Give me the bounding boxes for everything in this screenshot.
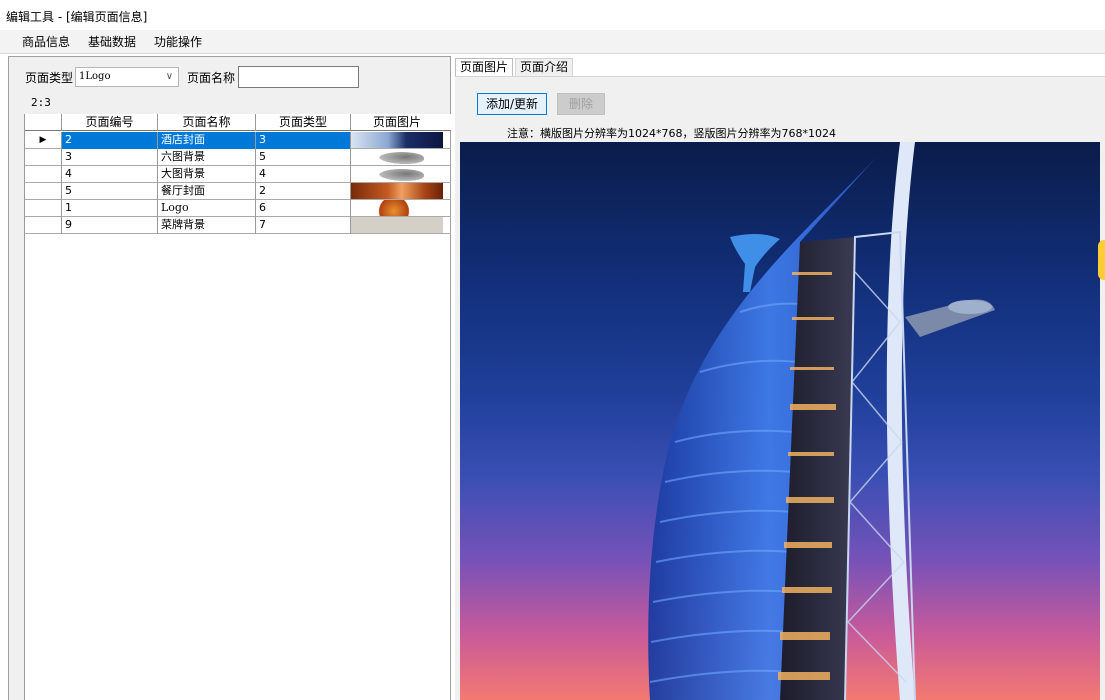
record-count: 2:3 <box>31 96 51 109</box>
column-header-type[interactable]: 页面类型 <box>256 114 351 131</box>
menu-item-basic-data[interactable]: 基础数据 <box>88 33 136 50</box>
window-title: 编辑工具 - [编辑页面信息] <box>0 0 1105 28</box>
cell-id[interactable]: 2 <box>62 132 158 149</box>
logo-image <box>371 200 417 216</box>
table-row[interactable]: 4 大图背景 4 <box>25 166 451 183</box>
row-header <box>25 183 62 200</box>
tab-page-image[interactable]: 页面图片 <box>455 58 514 76</box>
menu-item-products[interactable]: 商品信息 <box>22 33 70 50</box>
cell-name[interactable]: 菜牌背景 <box>158 217 256 234</box>
cell-name[interactable]: 大图背景 <box>158 166 256 183</box>
tab-content: 添加/更新 删除 注意：横版图片分辨率为1024*768，竖版图片分辨率为768… <box>455 76 1105 700</box>
cell-image-thumbnail[interactable] <box>351 200 443 216</box>
grid-header: 页面编号 页面名称 页面类型 页面图片 <box>25 114 451 131</box>
column-header-name[interactable]: 页面名称 <box>158 114 256 131</box>
cell-id[interactable]: 9 <box>62 217 158 234</box>
cell-name[interactable]: 酒店封面 <box>158 132 256 149</box>
page-image-preview <box>460 142 1100 700</box>
menu-item-functions[interactable]: 功能操作 <box>154 33 202 50</box>
cell-name[interactable]: Logo <box>158 200 256 217</box>
filter-row: 页面类型 1Logo ∨ 页面名称 <box>25 66 360 88</box>
pages-grid[interactable]: 页面编号 页面名称 页面类型 页面图片 ▶ 2 酒店封面 3 3 六图背景 5 … <box>24 114 451 700</box>
row-header-corner <box>25 114 62 131</box>
cell-name[interactable]: 餐厅封面 <box>158 183 256 200</box>
cell-type[interactable]: 4 <box>256 166 351 183</box>
row-header <box>25 149 62 166</box>
cell-id[interactable]: 5 <box>62 183 158 200</box>
left-panel: 页面类型 1Logo ∨ 页面名称 2:3 页面编号 页面名称 页面类型 页面图… <box>8 56 451 700</box>
column-header-image[interactable]: 页面图片 <box>351 114 443 131</box>
cell-id[interactable]: 1 <box>62 200 158 217</box>
row-header <box>25 200 62 217</box>
cell-image-thumbnail[interactable] <box>351 183 443 199</box>
chevron-down-icon: ∨ <box>165 71 174 82</box>
cell-type[interactable]: 2 <box>256 183 351 200</box>
cell-type[interactable]: 5 <box>256 149 351 166</box>
cell-image-thumbnail[interactable] <box>351 166 443 182</box>
cell-type[interactable]: 7 <box>256 217 351 234</box>
page-name-input[interactable] <box>238 66 360 88</box>
resolution-notice: 注意：横版图片分辨率为1024*768，竖版图片分辨率为768*1024 <box>507 127 836 140</box>
row-header <box>25 166 62 183</box>
ink-wash-image <box>379 169 424 181</box>
page-type-select[interactable]: 1Logo ∨ <box>75 67 180 87</box>
menu-bar: 商品信息 基础数据 功能操作 <box>0 30 1105 54</box>
delete-button[interactable]: 删除 <box>557 93 605 115</box>
cell-image-thumbnail[interactable] <box>351 149 443 165</box>
tab-page-intro[interactable]: 页面介绍 <box>515 58 574 76</box>
cell-id[interactable]: 3 <box>62 149 158 166</box>
table-row[interactable]: 1 Logo 6 <box>25 200 451 217</box>
cell-type[interactable]: 3 <box>256 132 351 149</box>
current-row-arrow-icon: ▶ <box>25 132 62 149</box>
page-name-label: 页面名称 <box>187 70 236 85</box>
table-row[interactable]: ▶ 2 酒店封面 3 <box>25 132 451 149</box>
add-update-button[interactable]: 添加/更新 <box>477 93 547 115</box>
table-row[interactable]: 5 餐厅封面 2 <box>25 183 451 200</box>
row-header <box>25 217 62 234</box>
cell-id[interactable]: 4 <box>62 166 158 183</box>
tab-strip: 页面图片 页面介绍 <box>455 58 574 76</box>
ink-wash-image <box>379 152 424 164</box>
page-type-value: 1Logo <box>79 71 111 82</box>
cell-image-thumbnail[interactable] <box>351 132 443 148</box>
table-row[interactable]: 3 六图背景 5 <box>25 149 451 166</box>
cell-name[interactable]: 六图背景 <box>158 149 256 166</box>
hotel-tower-image <box>648 142 995 700</box>
cell-type[interactable]: 6 <box>256 200 351 217</box>
side-handle[interactable] <box>1098 240 1105 280</box>
cell-image-thumbnail[interactable] <box>351 217 443 233</box>
column-header-id[interactable]: 页面编号 <box>62 114 158 131</box>
page-type-label: 页面类型 <box>25 70 74 85</box>
table-row[interactable]: 9 菜牌背景 7 <box>25 217 451 234</box>
